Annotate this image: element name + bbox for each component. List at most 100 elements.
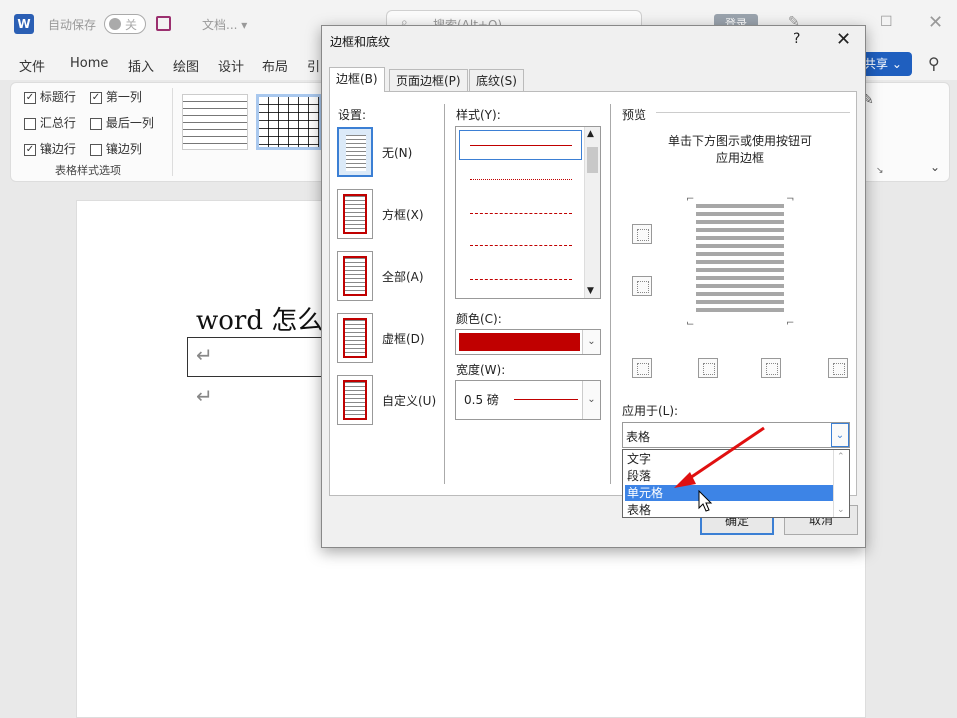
setting-none-label[interactable]: 无(N) (382, 144, 412, 161)
settings-label: 设置: (338, 108, 367, 122)
dropdown-scrollbar[interactable]: ⌃ ⌄ (833, 450, 849, 517)
checkbox[interactable]: ✓ (90, 91, 102, 104)
chevron-down-icon: ⌄ (891, 57, 902, 71)
style-dash-large[interactable] (470, 245, 572, 246)
tab-home[interactable]: Home (70, 56, 108, 71)
comments-icon[interactable]: ⚲ (928, 54, 940, 73)
annotation-arrow (674, 426, 765, 488)
checkbox-label: 镶边行 (39, 142, 76, 156)
checkbox-banded-columns[interactable]: 镶边列 (90, 140, 142, 157)
setting-all-icon[interactable] (337, 251, 373, 301)
checkbox-last-column[interactable]: 最后一列 (90, 114, 154, 131)
apply-to-label: 应用于(L): (622, 404, 679, 418)
setting-none-icon[interactable] (337, 127, 373, 177)
checkbox-total-row[interactable]: 汇总行 (24, 114, 76, 131)
chevron-down-icon[interactable]: ⌄ (831, 423, 849, 447)
tab-file[interactable]: 文件 (19, 56, 45, 75)
checkbox[interactable] (90, 117, 102, 130)
preview-hint-line1: 单击下方图示或使用按钮可 (668, 134, 813, 148)
tab-layout[interactable]: 布局 (262, 56, 288, 75)
paragraph-mark-icon: ↵ (196, 384, 213, 408)
apply-to-value: 表格 (626, 430, 651, 444)
style-dotted[interactable] (470, 179, 572, 180)
table-style-plain[interactable] (182, 94, 248, 150)
setting-all-label[interactable]: 全部(A) (382, 268, 424, 285)
preview-label: 预览 (622, 108, 647, 122)
checkbox[interactable] (24, 117, 36, 130)
style-scrollbar[interactable]: ▲ ▼ (584, 127, 600, 298)
table-style-grid[interactable] (256, 94, 322, 150)
doc-lines-icon (343, 256, 367, 296)
checkbox[interactable] (90, 143, 102, 156)
setting-box-label[interactable]: 方框(X) (382, 206, 424, 223)
tab-draw[interactable]: 绘图 (173, 56, 199, 75)
style-dash-dot[interactable] (470, 279, 572, 280)
scroll-up-icon[interactable]: ⌃ (837, 452, 845, 462)
chevron-down-icon[interactable]: ⌄ (930, 160, 940, 174)
save-icon[interactable] (156, 16, 171, 31)
checkbox-banded-rows[interactable]: ✓ 镶边行 (24, 140, 76, 157)
corner-mark: ¬ (786, 194, 795, 205)
checkbox-label: 最后一列 (105, 116, 154, 130)
width-select[interactable]: 0.5 磅 ⌄ (455, 380, 601, 420)
maximize-icon[interactable]: ☐ (880, 14, 893, 30)
setting-custom-label[interactable]: 自定义(U) (382, 392, 436, 409)
dialog-launcher-icon[interactable]: ↘ (876, 166, 884, 176)
preview-diagram[interactable] (696, 204, 784, 314)
diagonal-up-border-button[interactable] (632, 358, 652, 378)
dialog-close-button[interactable]: ✕ (836, 29, 851, 50)
help-button[interactable]: ? (793, 31, 800, 47)
ribbon-divider (172, 88, 173, 176)
autosave-label: 自动保存 (48, 18, 97, 32)
inside-horizontal-border-button[interactable] (632, 276, 652, 296)
color-select[interactable]: ⌄ (455, 329, 601, 355)
chevron-down-icon[interactable]: ⌄ (582, 381, 600, 419)
doc-lines-icon (343, 318, 367, 358)
setting-box-icon[interactable] (337, 189, 373, 239)
style-solid[interactable] (470, 145, 572, 146)
preview-hint-line2: 应用边框 (716, 151, 765, 165)
option-table[interactable]: 表格 (625, 502, 833, 518)
top-border-button[interactable] (632, 224, 652, 244)
scroll-up-icon[interactable]: ▲ (587, 129, 594, 139)
document-title-text[interactable]: word 怎么 (196, 300, 323, 337)
setting-grid-icon[interactable] (337, 313, 373, 363)
right-border-button[interactable] (761, 358, 781, 378)
chevron-down-icon[interactable]: ⌄ (582, 330, 600, 354)
checkbox[interactable]: ✓ (24, 91, 36, 104)
column-divider (610, 104, 611, 484)
scroll-down-icon[interactable]: ▼ (587, 286, 594, 296)
checkbox-header-row[interactable]: ✓ 标题行 (24, 88, 76, 105)
width-label: 宽度(W): (456, 363, 506, 377)
left-border-button[interactable] (698, 358, 718, 378)
tab-design[interactable]: 设计 (218, 56, 244, 75)
tab-page-border[interactable]: 页面边框(P) (389, 69, 468, 92)
autosave-toggle[interactable]: 关 (104, 14, 146, 34)
tab-insert[interactable]: 插入 (128, 56, 154, 75)
scroll-thumb[interactable] (587, 147, 598, 173)
width-value: 0.5 磅 (464, 393, 499, 407)
diagonal-down-border-button[interactable] (828, 358, 848, 378)
color-label: 颜色(C): (456, 312, 502, 326)
style-listbox[interactable]: ▲ ▼ (455, 126, 601, 299)
checkbox[interactable]: ✓ (24, 143, 36, 156)
scroll-down-icon[interactable]: ⌄ (837, 505, 845, 515)
autosave-state: 关 (125, 18, 138, 32)
column-divider (444, 104, 445, 484)
tab-references[interactable]: 引 (307, 56, 320, 75)
close-window-icon[interactable]: ✕ (928, 12, 943, 33)
setting-grid-label[interactable]: 虚框(D) (382, 330, 425, 347)
style-dash-small[interactable] (470, 213, 572, 214)
width-line-sample (514, 399, 578, 400)
checkbox-first-column[interactable]: ✓ 第一列 (90, 88, 142, 105)
corner-mark: ⌐ (786, 318, 795, 329)
checkbox-label: 标题行 (39, 90, 76, 104)
setting-custom-icon[interactable] (337, 375, 373, 425)
toggle-knob (109, 18, 121, 30)
color-swatch (459, 333, 580, 351)
document-name[interactable]: 文档... ▾ (202, 16, 247, 33)
tab-shading[interactable]: 底纹(S) (469, 69, 524, 92)
corner-mark: ⌐ (686, 194, 695, 205)
tab-borders[interactable]: 边框(B) (329, 67, 385, 92)
share-button[interactable]: 共享 ⌄ (858, 52, 912, 76)
